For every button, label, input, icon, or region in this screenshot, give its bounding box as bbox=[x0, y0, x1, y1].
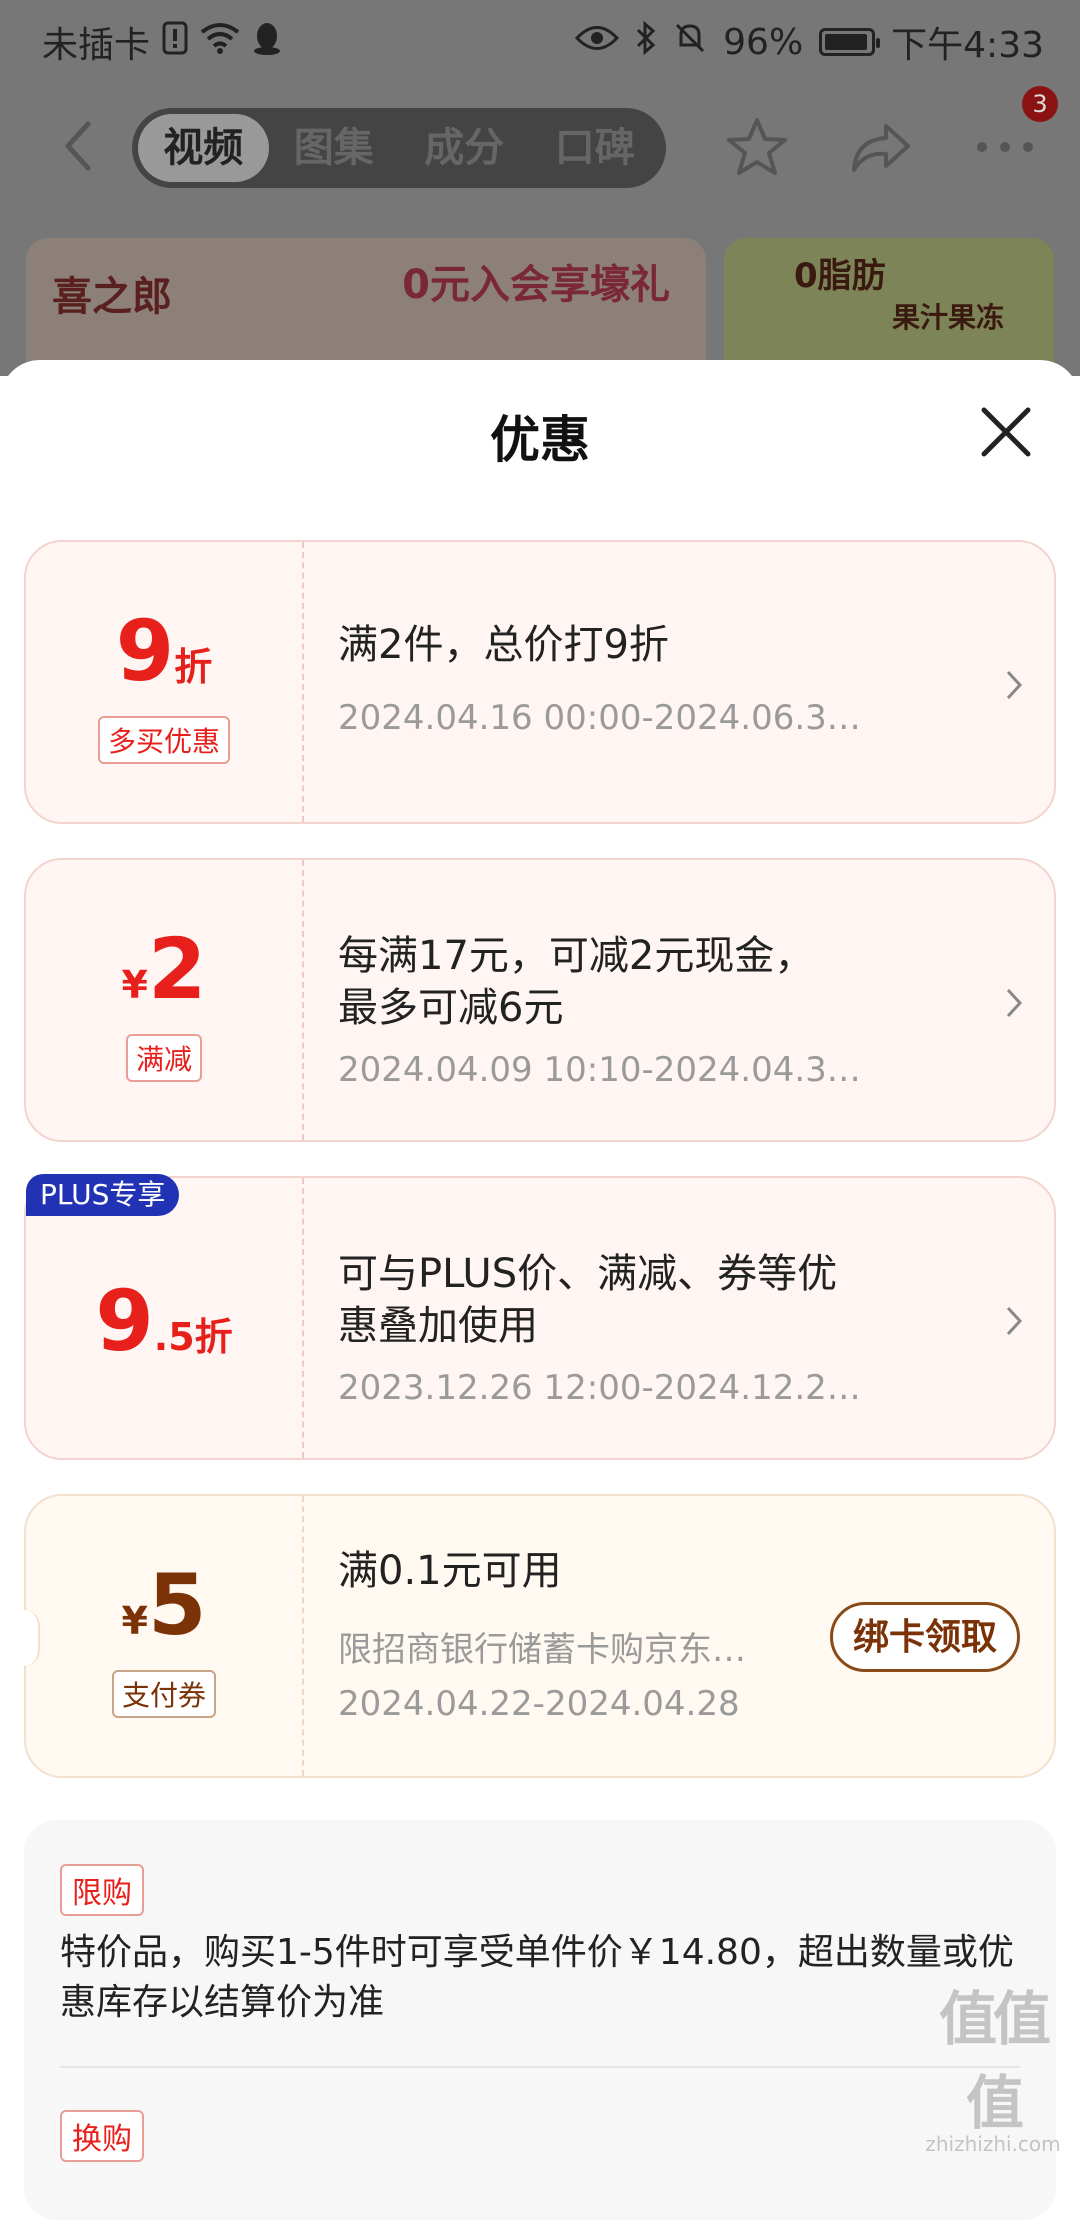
offer-date: 2023.12.26 12:00-2024.12.25… bbox=[338, 1368, 878, 1408]
offer-card-payment-coupon[interactable]: ¥5 支付券 满0.1元可用 限招商银行储蓄卡购京东… 2024.04.22-2… bbox=[24, 1494, 1056, 1778]
exchange-tag: 换购 bbox=[60, 2110, 144, 2162]
offer-title-line2: 最多可减6元 bbox=[338, 985, 564, 1031]
message-badge: 3 bbox=[1022, 86, 1058, 122]
offer-details: 每满17元，可减2元现金， 最多可减6元 2024.04.09 10:10-20… bbox=[338, 860, 978, 1140]
discount-sheet: 优惠 9折 多买优惠 满2件，总价打9折 2024.04.16 00:00-20… bbox=[0, 360, 1080, 2220]
offer-subtitle: 限招商银行储蓄卡购京东… bbox=[338, 1630, 746, 1670]
tab-video[interactable]: 视频 bbox=[138, 114, 269, 182]
jelly-banner-subtext: 果汁果冻 bbox=[892, 301, 1005, 334]
top-navbar: 视频 图集 成分 口碑 3 bbox=[0, 76, 1080, 236]
more-icon[interactable]: 3 bbox=[970, 86, 1058, 182]
sheet-title: 优惠 bbox=[490, 411, 590, 469]
favorite-star-icon[interactable] bbox=[722, 112, 792, 182]
offer-details: 可与PLUS价、满减、券等优 惠叠加使用 2023.12.26 12:00-20… bbox=[338, 1178, 978, 1458]
tab-gallery[interactable]: 图集 bbox=[269, 114, 400, 182]
limit-text: 特价品，购买1-5件时可享受单件价￥14.80，超出数量或优惠库存以结算价为准 bbox=[60, 1932, 1014, 2023]
watermark-logo: 值值值 bbox=[938, 1985, 1051, 2137]
share-icon[interactable] bbox=[846, 112, 916, 182]
offer-title: 满2件，总价打9折 bbox=[338, 622, 669, 668]
close-icon bbox=[981, 407, 1031, 457]
mute-bell-icon bbox=[673, 21, 707, 64]
offer-details: 满2件，总价打9折 2024.04.16 00:00-2024.06.30… bbox=[338, 542, 978, 822]
nav-actions: 3 bbox=[722, 86, 1058, 182]
divider bbox=[60, 2066, 1020, 2068]
jelly-banner-text: 0脂肪 bbox=[794, 256, 886, 296]
watermark: 值值值 zhizhizhi.com bbox=[918, 1972, 1068, 2156]
offer-title-line1: 可与PLUS价、满减、券等优 bbox=[338, 1251, 838, 1297]
watermark-url: zhizhizhi.com bbox=[925, 2132, 1061, 2156]
offer-value-area: 9折 多买优惠 bbox=[26, 542, 304, 822]
battery-percent: 96% bbox=[723, 21, 804, 63]
offer-tag: 满减 bbox=[125, 1034, 203, 1082]
chevron-right-icon bbox=[1006, 988, 1023, 1018]
battery-fill bbox=[825, 34, 868, 50]
offer-card-cash-off[interactable]: ¥2 满减 每满17元，可减2元现金， 最多可减6元 2024.04.09 10… bbox=[24, 858, 1056, 1142]
brand-logo: 喜之郎 bbox=[52, 274, 172, 320]
offer-title-line2: 惠叠加使用 bbox=[338, 1303, 538, 1349]
eye-icon bbox=[575, 22, 620, 62]
offer-value: ¥2 bbox=[121, 920, 207, 1018]
offer-value-area: ¥5 支付券 bbox=[26, 1496, 304, 1776]
back-button[interactable] bbox=[52, 116, 112, 176]
wifi-icon bbox=[200, 22, 240, 63]
offer-tag: 多买优惠 bbox=[97, 716, 231, 764]
offer-card-multi-buy[interactable]: 9折 多买优惠 满2件，总价打9折 2024.04.16 00:00-2024.… bbox=[24, 540, 1056, 824]
offer-date: 2024.04.09 10:10-2024.04.30… bbox=[338, 1050, 878, 1090]
offer-value-area: 9.5折 bbox=[26, 1178, 304, 1458]
battery-icon bbox=[819, 28, 881, 56]
purchase-rules: 限购 特价品，购买1-5件时可享受单件价￥14.80，超出数量或优惠库存以结算价… bbox=[24, 1820, 1056, 2220]
offer-value: ¥5 bbox=[121, 1556, 207, 1654]
chevron-left-icon bbox=[64, 121, 91, 171]
offer-title-line1: 每满17元，可减2元现金， bbox=[338, 933, 815, 979]
offer-value-area: ¥2 满减 bbox=[26, 860, 304, 1140]
close-button[interactable] bbox=[978, 404, 1034, 460]
offer-title: 满0.1元可用 bbox=[338, 1548, 562, 1594]
status-left: 未插卡 bbox=[42, 16, 282, 68]
offer-card-plus[interactable]: PLUS专享 9.5折 可与PLUS价、满减、券等优 惠叠加使用 2023.12… bbox=[24, 1174, 1056, 1460]
tab-ingredients[interactable]: 成分 bbox=[399, 114, 530, 182]
member-banner-text: 0元入会享壕礼 bbox=[402, 262, 670, 308]
status-bar: 未插卡 96% 下午4:33 bbox=[0, 0, 1080, 76]
bind-card-button[interactable]: 绑卡领取 bbox=[830, 1602, 1020, 1672]
chevron-right-icon bbox=[1006, 670, 1023, 700]
offer-date: 2024.04.16 00:00-2024.06.30… bbox=[338, 698, 878, 738]
carrier-text: 未插卡 bbox=[42, 25, 151, 66]
promo-banners: 喜之郎 0元入会享壕礼 0脂肪 果汁果冻 bbox=[0, 236, 1080, 398]
offer-date: 2024.04.22-2024.04.28 bbox=[338, 1684, 740, 1724]
offer-value: 9.5折 bbox=[95, 1272, 233, 1370]
offer-value: 9折 bbox=[115, 602, 213, 700]
clock: 下午4:33 bbox=[891, 25, 1044, 66]
limit-tag: 限购 bbox=[60, 1864, 144, 1916]
bluetooth-icon bbox=[635, 20, 657, 64]
status-right: 96% 下午4:33 bbox=[575, 16, 1044, 68]
media-tabs: 视频 图集 成分 口碑 bbox=[132, 108, 666, 188]
offer-tag: 支付券 bbox=[111, 1670, 217, 1718]
qq-icon bbox=[252, 21, 282, 64]
tab-reviews[interactable]: 口碑 bbox=[530, 114, 661, 182]
chevron-right-icon bbox=[1006, 1306, 1023, 1336]
sim-alert-icon bbox=[162, 21, 188, 64]
